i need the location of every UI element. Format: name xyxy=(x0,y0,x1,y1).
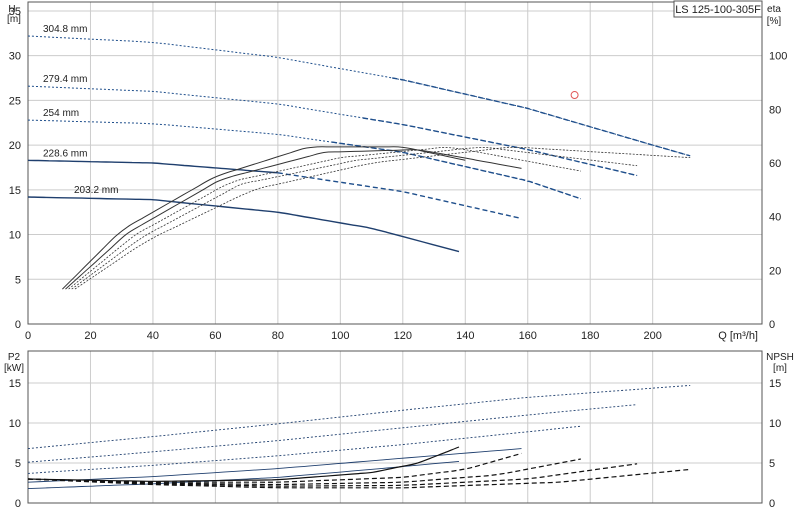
x-tick-label: 160 xyxy=(519,330,537,342)
y2-tick-label-npsh: 5 xyxy=(769,458,775,470)
pump-curve-svg: 051015202530350204060801000 20 40 60 80 100 12… xyxy=(4,0,794,510)
y-axis-unit-h: [m] xyxy=(7,14,21,25)
y2-axis-title-eta: eta xyxy=(767,4,781,15)
y-tick-label-h: 10 xyxy=(9,230,21,242)
npsh-curve xyxy=(27,446,460,482)
power-curve xyxy=(27,460,460,490)
x-tick-label: 60 xyxy=(209,330,221,342)
head-curve-dashed-strong xyxy=(392,77,691,157)
y2-tick-label-npsh: 15 xyxy=(769,378,781,390)
x-tick-label: 0 xyxy=(25,330,31,342)
efficiency-curve xyxy=(74,147,691,290)
y2-tick-label-npsh: 10 xyxy=(769,418,781,430)
power-curve xyxy=(27,384,691,450)
impeller-diameter-label: 304.8 mm xyxy=(43,24,87,35)
x-tick-label: 120 xyxy=(394,330,412,342)
x-tick-label: 100 xyxy=(331,330,349,342)
y2-axis-title-npsh: NPSH xyxy=(766,352,794,363)
y-tick-label-h: 20 xyxy=(9,140,21,152)
y-tick-label-h: 5 xyxy=(15,274,21,286)
y-tick-label-p2: 10 xyxy=(9,418,21,430)
x-tick-label: 20 xyxy=(84,330,96,342)
y-tick-label-h: 15 xyxy=(9,185,21,197)
y2-tick-label-eta: 40 xyxy=(769,212,781,224)
y2-axis-unit-npsh: [m] xyxy=(773,363,787,374)
x-tick-label: 200 xyxy=(644,330,662,342)
y-tick-label-p2: 0 xyxy=(15,498,21,510)
y2-tick-label-eta: 60 xyxy=(769,158,781,170)
x-tick-label: 40 xyxy=(147,330,159,342)
y-axis-title-p2: P2 xyxy=(8,352,21,363)
y-tick-label-h: 25 xyxy=(9,95,21,107)
x-tick-label: 180 xyxy=(581,330,599,342)
duty-point-marker xyxy=(570,91,579,100)
impeller-diameter-label: 279.4 mm xyxy=(43,74,87,85)
impeller-diameter-label: 228.6 mm xyxy=(43,148,87,159)
efficiency-curve xyxy=(71,147,638,290)
x-tick-label: 80 xyxy=(272,330,284,342)
x-tick-label: 140 xyxy=(456,330,474,342)
y-axis-unit-p2: [kW] xyxy=(4,363,24,374)
y2-tick-label-eta: 100 xyxy=(769,51,787,63)
impeller-diameter-label: 203.2 mm xyxy=(74,185,118,196)
plot-frame-bottom xyxy=(27,350,763,504)
y2-axis-unit-eta: [%] xyxy=(767,16,782,27)
efficiency-curve xyxy=(68,146,581,290)
pump-curve-chart: 0 5 10 15 20 25 30 35 0 20 40 60 80 100 0 20 40 60 80 100 12… xyxy=(0,0,800,520)
head-curve-dashed xyxy=(277,172,522,220)
y-tick-label-h: 30 xyxy=(9,51,21,63)
y2-tick-label-eta: 0 xyxy=(769,319,775,331)
y-tick-label-p2: 15 xyxy=(9,378,21,390)
head-curve-dashed-strong xyxy=(362,117,638,177)
y2-tick-label-npsh: 0 xyxy=(769,498,775,510)
y2-tick-label-eta: 80 xyxy=(769,104,781,116)
head-curve-solid xyxy=(27,196,460,253)
power-curve xyxy=(27,404,638,463)
y-tick-label-p2: 5 xyxy=(15,458,21,470)
impeller-diameter-label: 254 mm xyxy=(43,108,79,119)
x-axis-unit: Q [m³/h] xyxy=(718,330,758,342)
model-label: LS 125-100-305F xyxy=(675,4,761,16)
y2-tick-label-eta: 20 xyxy=(769,265,781,277)
head-curve-dashed xyxy=(27,35,691,157)
y-tick-label-h: 0 xyxy=(15,319,21,331)
efficiency-curve xyxy=(65,149,522,290)
